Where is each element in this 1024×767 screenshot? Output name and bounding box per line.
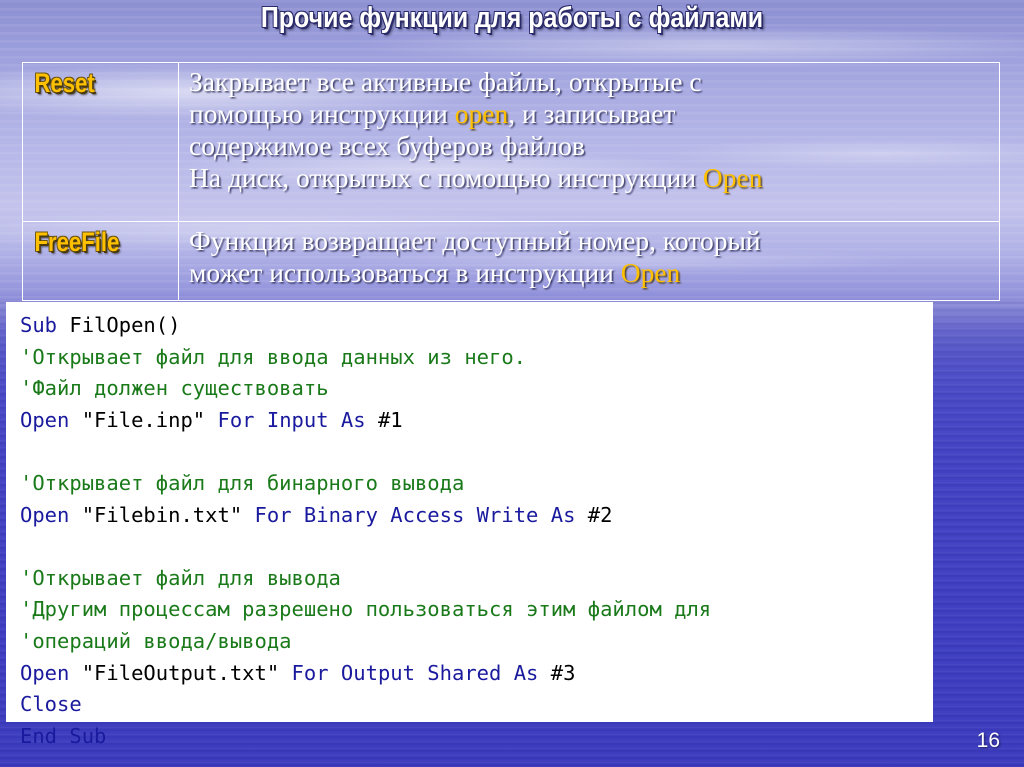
code-line: Open "Filebin.txt" For Binary Access Wri… [20,500,933,532]
function-name-freefile: FreeFile [34,227,120,257]
code-token: "File.inp" [81,407,206,432]
table-cell-function-name: FreeFile [22,221,179,301]
code-token: 'операций ввода/вывода [20,628,292,653]
keyword-open: open [454,98,509,130]
code-listing-panel: Sub FilOpen() 'Открывает файл для ввода д… [6,302,933,748]
code-token: FilOpen() [69,313,181,337]
code-line: 'Другим процессам разрешено пользоваться… [20,594,933,626]
code-token: For Output Shared As [291,660,551,685]
code-token: 'Открывает файл для ввода данных из него… [20,344,527,369]
keyword-open: Open [620,257,681,289]
code-line: 'Открывает файл для бинарного вывода [20,468,933,500]
desc-line-1: Функция возвращает доступный номер, кото… [189,225,761,256]
table-cell-description: Функция возвращает доступный номер, кото… [178,221,1000,301]
keyword-open: Open [702,162,763,194]
code-token: Open [20,502,82,527]
code-token: For Input As [217,407,378,432]
desc-line-2-post: , и записывает [508,98,676,130]
code-line: End Sub [20,721,933,753]
desc-line-1: Закрывает все активные файлы, открытые с [189,66,702,97]
code-line: Close [20,689,933,721]
page-number: 16 [976,729,1000,752]
table-row: Reset Закрывает все активные файлы, откр… [22,62,1000,222]
description-reset: Закрывает все активные файлы, открытые с… [179,63,999,221]
code-line: 'Файл должен существовать [20,373,933,405]
code-token: Open [20,407,82,432]
table-row: FreeFile Функция возвращает доступный но… [22,221,1000,301]
code-token: 'Открывает файл для бинарного вывода [20,470,465,495]
code-token: "Filebin.txt" [81,502,243,527]
code-line: 'операций ввода/вывода [20,626,933,658]
table-cell-function-name: Reset [22,62,179,222]
code-line: Sub FilOpen() [20,310,933,342]
code-line: 'Открывает файл для ввода данных из него… [20,342,933,374]
code-listing: Sub FilOpen() 'Открывает файл для ввода д… [6,302,933,752]
code-token: End Sub [20,723,107,748]
desc-line-3: содержимое всех буферов файлов [189,130,585,162]
code-token: #3 [550,660,576,685]
desc-line-2-pre: помощью инструкции [189,98,455,130]
code-token: Sub [20,313,70,337]
function-name-reset: Reset [34,68,95,98]
table-cell-description: Закрывает все активные файлы, открытые с… [178,62,1000,222]
functions-table: Reset Закрывает все активные файлы, откр… [22,62,1000,301]
code-token: Open [20,660,82,685]
desc-line-2-pre: может использоваться в инструкции [189,257,621,289]
code-token: 'Другим процессам разрешено пользоваться… [20,597,712,622]
code-token: #1 [377,407,403,432]
code-token: 'Открывает файл для вывода [20,565,341,590]
description-freefile: Функция возвращает доступный номер, кото… [179,222,999,300]
code-token: For Binary Access Write As [254,502,588,527]
code-token: 'Файл должен существовать [20,376,329,401]
slide: Прочие функции для работы с файлами Rese… [0,0,1024,767]
desc-line-4-pre: На диск, открытых с помощью инструкции [189,162,703,194]
code-line: Open "FileOutput.txt" For Output Shared … [20,658,933,690]
code-token: Close [20,692,82,717]
code-token: "FileOutput.txt" [81,660,280,685]
code-line: Open "File.inp" For Input As #1 [20,405,933,437]
page-title: Прочие функции для работы с файлами [260,2,764,34]
code-line: 'Открывает файл для вывода [20,563,933,595]
code-token: #2 [587,502,613,527]
